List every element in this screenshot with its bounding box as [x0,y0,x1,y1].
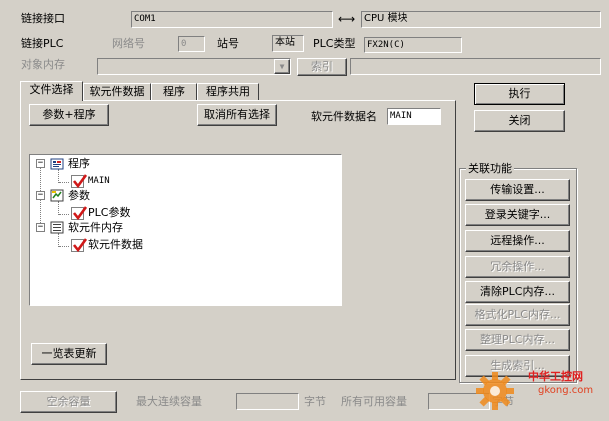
remote-operation-button[interactable]: 远程操作... [465,230,570,252]
bytes-unit: 字节 [304,395,326,408]
link-plc-label: 链接PLC [21,37,64,50]
execute-button[interactable]: 执行 [474,83,565,105]
checkbox-plc-param[interactable] [71,206,87,221]
free-capacity-button[interactable]: 空余容量 [20,391,117,413]
checkbox-main[interactable] [71,174,87,189]
param-program-button[interactable]: 参数+程序 [29,104,109,126]
all-available-label: 所有可用容量 [341,395,407,408]
link-port-label: 链接接口 [21,12,65,25]
tree-collapse-icon[interactable]: − [36,223,45,232]
plc-type-label: PLC类型 [313,37,356,50]
max-continuous-label: 最大连续容量 [136,395,202,408]
max-continuous-field [236,393,299,410]
network-field[interactable]: 0 [178,36,205,52]
tree-node-main[interactable]: MAIN [88,174,110,188]
tree-collapse-icon[interactable]: − [36,191,45,200]
transfer-setup-button[interactable]: 传输设置... [465,179,570,201]
device-name-input[interactable]: MAIN [387,108,441,125]
tab-file-select[interactable]: 文件选择 [20,81,83,101]
watermark-url: gkong.com [538,385,594,396]
cancel-all-button[interactable]: 取消所有选择 [197,104,277,126]
tree-collapse-icon[interactable]: − [36,159,45,168]
tree-node-program[interactable]: 程序 [68,157,90,171]
parameter-icon [50,189,64,205]
redundant-operation-button[interactable]: 冗余操作... [465,256,570,278]
gear-icon [476,372,514,410]
refresh-list-button[interactable]: 一览表更新 [31,343,107,365]
tree-node-device-memory[interactable]: 软元件内存 [68,221,123,235]
object-memory-label: 对象内存 [21,58,65,71]
related-functions-title: 关联功能 [466,162,514,176]
tab-program-shared[interactable]: 程序共用 [197,83,259,101]
station-field[interactable]: 本站 [272,35,304,52]
checkbox-device-data[interactable] [71,238,87,253]
device-name-label: 软元件数据名 [311,110,377,123]
chevron-down-icon[interactable]: ▼ [274,59,290,74]
watermark-text: 中华工控网 [528,370,583,383]
tree-node-parameter[interactable]: 参数 [68,189,90,203]
station-label: 站号 [217,37,239,50]
file-tree: − 程序 MAIN − 参数 PLC参数 − 软元件内存 软元件数据 [29,154,342,306]
link-arrow-icon: ⟷ [338,12,356,26]
organize-plc-memory-button[interactable]: 整理PLC内存... [465,329,570,351]
link-target-field[interactable]: CPU 模块 [361,11,601,28]
format-plc-memory-button[interactable]: 格式化PLC内存... [465,304,570,326]
tab-program[interactable]: 程序 [151,83,197,101]
tree-node-plc-param[interactable]: PLC参数 [88,206,130,220]
tree-node-device-data[interactable]: 软元件数据 [88,238,143,252]
object-memory-select[interactable]: ▼ [97,58,291,75]
index-field [350,58,601,75]
device-memory-icon [50,221,64,237]
network-label: 网络号 [112,37,145,50]
register-keyword-button[interactable]: 登录关键字... [465,204,570,226]
clear-plc-memory-button[interactable]: 清除PLC内存... [465,281,570,303]
close-button[interactable]: 关闭 [474,110,565,132]
watermark-logo: 中华工控网 gkong.com [472,366,607,418]
plc-type-field[interactable]: FX2N(C) [364,37,462,53]
program-folder-icon [50,157,64,173]
link-port-field[interactable]: COM1 [131,11,333,28]
index-button[interactable]: 索引 [297,58,347,76]
tab-device-data[interactable]: 软元件数据 [83,83,151,101]
